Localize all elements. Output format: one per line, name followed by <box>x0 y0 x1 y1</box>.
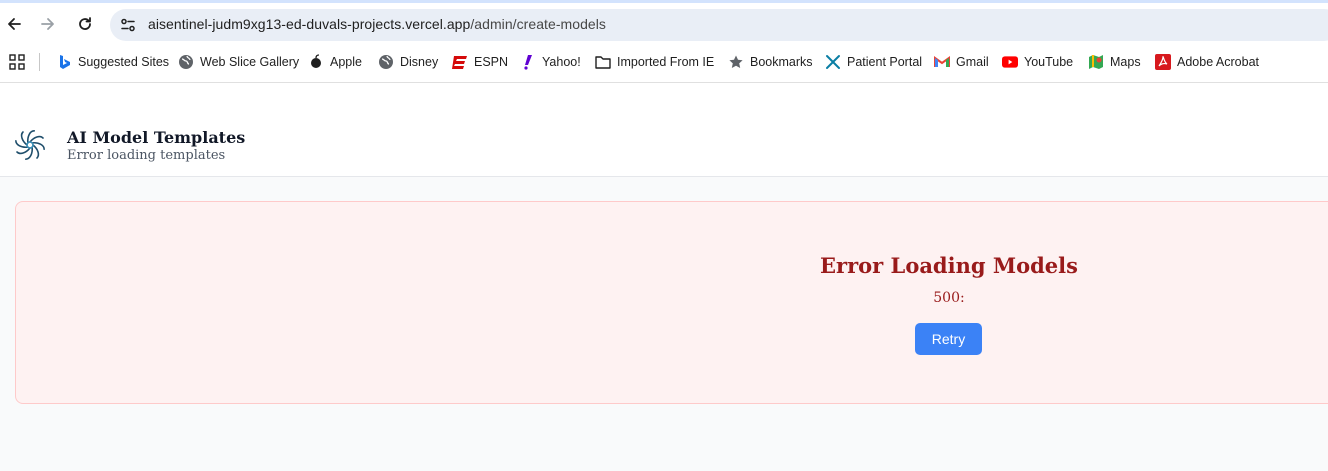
site-info-icon[interactable] <box>119 16 137 34</box>
bookmark-label: Maps <box>1110 55 1141 69</box>
error-message: 500: <box>933 290 965 306</box>
patient-portal-icon <box>825 54 841 70</box>
bookmark-label: Disney <box>400 55 439 69</box>
bookmark-web-slice-gallery[interactable]: Web Slice Gallery <box>178 52 299 72</box>
bookmark-bookmarks[interactable]: Bookmarks <box>728 52 813 72</box>
bookmarks-divider <box>39 53 40 71</box>
gmail-icon <box>934 54 950 70</box>
bookmark-yahoo[interactable]: Yahoo! <box>520 52 581 72</box>
bookmark-imported-from-ie[interactable]: Imported From IE <box>595 52 714 72</box>
apps-grid-icon[interactable] <box>9 54 25 70</box>
page-subtitle: Error loading templates <box>67 148 226 163</box>
bookmark-espn[interactable]: ESPN <box>452 52 508 72</box>
bookmark-label: Apple <box>330 55 362 69</box>
apple-icon <box>308 54 324 70</box>
page-title: AI Model Templates <box>67 128 246 147</box>
bookmark-patient-portal[interactable]: Patient Portal <box>825 52 922 72</box>
bookmark-label: Bookmarks <box>750 55 813 69</box>
browser-toolbar: aisentinel-judm9xg13-ed-duvals-projects.… <box>0 0 1328 42</box>
globe-icon <box>178 54 194 70</box>
main-content: Error Loading Models 500: Retry <box>0 177 1328 471</box>
bookmark-label: Yahoo! <box>542 55 581 69</box>
bookmark-label: Adobe Acrobat <box>1177 55 1260 69</box>
url-host: aisentinel-judm9xg13-ed-duvals-projects.… <box>148 16 471 32</box>
bookmark-label: Imported From IE <box>617 55 715 69</box>
bookmark-youtube[interactable]: YouTube <box>1002 52 1073 72</box>
bookmark-apple[interactable]: Apple <box>308 52 362 72</box>
espn-icon <box>452 54 468 70</box>
retry-button[interactable]: Retry <box>915 323 982 355</box>
bookmark-label: Web Slice Gallery <box>200 55 300 69</box>
bookmark-label: Patient Portal <box>847 55 923 69</box>
app-header: AI Model Templates Error loading templat… <box>0 83 1328 177</box>
bookmark-maps[interactable]: Maps <box>1088 52 1141 72</box>
bookmark-disney[interactable]: Disney <box>378 52 438 72</box>
url-text[interactable]: aisentinel-judm9xg13-ed-duvals-projects.… <box>148 16 606 32</box>
url-path: /admin/create-models <box>470 16 606 32</box>
bookmark-label: YouTube <box>1024 55 1074 69</box>
reload-icon[interactable] <box>73 12 97 36</box>
globe-icon <box>378 54 394 70</box>
bookmark-label: Suggested Sites <box>78 55 170 69</box>
acrobat-icon <box>1155 54 1171 70</box>
logo-icon <box>13 128 47 162</box>
bookmark-gmail[interactable]: Gmail <box>934 52 989 72</box>
forward-arrow-icon[interactable] <box>36 12 60 36</box>
folder-icon <box>595 54 611 70</box>
yahoo-icon <box>520 54 536 70</box>
bing-icon <box>56 54 72 70</box>
back-arrow-icon[interactable] <box>2 12 26 36</box>
maps-icon <box>1088 54 1104 70</box>
youtube-icon <box>1002 54 1018 70</box>
bookmark-suggested-sites[interactable]: Suggested Sites <box>56 52 169 72</box>
bookmark-adobe-acrobat[interactable]: Adobe Acrobat <box>1155 52 1259 72</box>
error-panel: Error Loading Models 500: Retry <box>15 201 1328 404</box>
bookmark-label: Gmail <box>956 55 989 69</box>
error-title: Error Loading Models <box>820 253 1078 278</box>
star-icon <box>728 54 744 70</box>
bookmark-label: ESPN <box>474 55 509 69</box>
address-bar[interactable]: aisentinel-judm9xg13-ed-duvals-projects.… <box>110 9 1328 41</box>
bookmarks-bar: Suggested Sites Web Slice Gallery Apple … <box>0 42 1328 83</box>
